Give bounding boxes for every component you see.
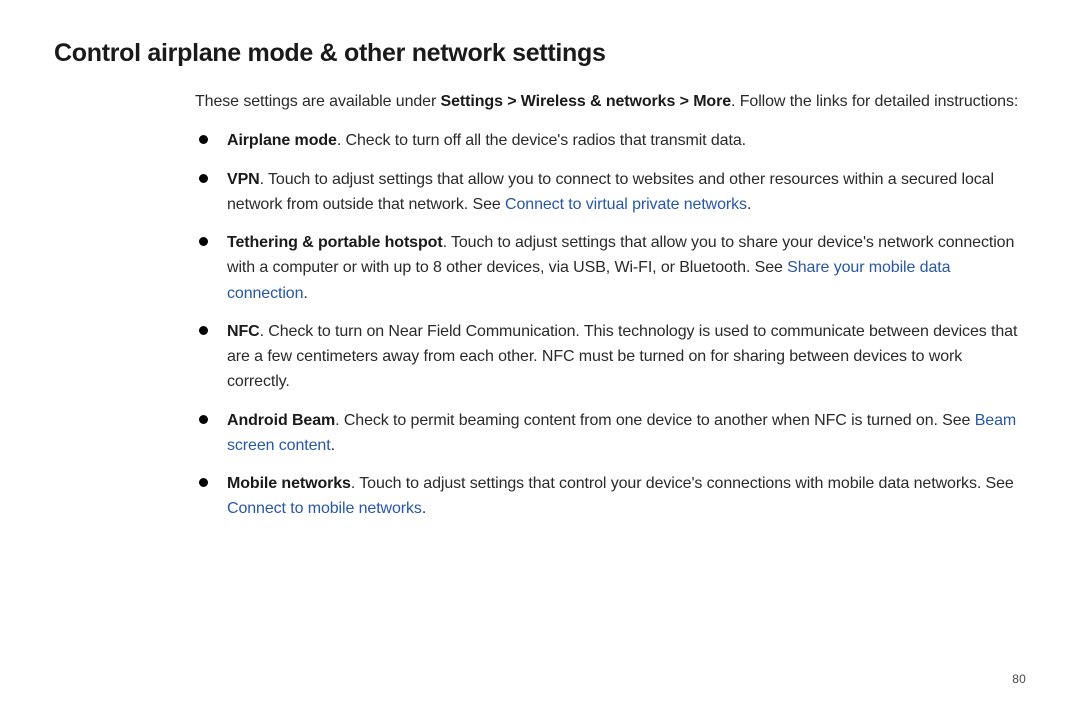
item-term: NFC [227,323,260,340]
bullet-list: Airplane mode. Check to turn off all the… [54,128,1026,521]
intro-pre: These settings are available under [195,93,441,110]
item-text-after: . [422,500,426,517]
item-term: VPN [227,171,260,188]
item-term: Android Beam [227,412,335,429]
list-item: Mobile networks. Touch to adjust setting… [195,471,1026,522]
item-text-after: . [303,285,307,302]
list-item: VPN. Touch to adjust settings that allow… [195,167,1026,218]
item-text-after: . [331,437,335,454]
item-term: Airplane mode [227,132,337,149]
intro-post: . Follow the links for detailed instruct… [731,93,1018,110]
item-term: Tethering & portable hotspot [227,234,443,251]
list-item: Tethering & portable hotspot. Touch to a… [195,230,1026,306]
page-title: Control airplane mode & other network se… [54,40,1026,68]
link-mobile-networks[interactable]: Connect to mobile networks [227,500,422,517]
item-text: . Check to turn off all the device's rad… [337,132,746,149]
item-term: Mobile networks [227,475,351,492]
item-text-after: . [747,196,751,213]
list-item: Airplane mode. Check to turn off all the… [195,128,1026,153]
intro-path: Settings > Wireless & networks > More [441,93,731,110]
item-text: . Check to turn on Near Field Communicat… [227,323,1017,391]
intro-paragraph: These settings are available under Setti… [54,90,1026,115]
document-page: Control airplane mode & other network se… [0,0,1080,720]
item-text: . Check to permit beaming content from o… [335,412,975,429]
list-item: NFC. Check to turn on Near Field Communi… [195,319,1026,395]
item-text: . Touch to adjust settings that control … [351,475,1014,492]
list-item: Android Beam. Check to permit beaming co… [195,408,1026,459]
page-number: 80 [1012,672,1026,686]
link-vpn[interactable]: Connect to virtual private networks [505,196,747,213]
